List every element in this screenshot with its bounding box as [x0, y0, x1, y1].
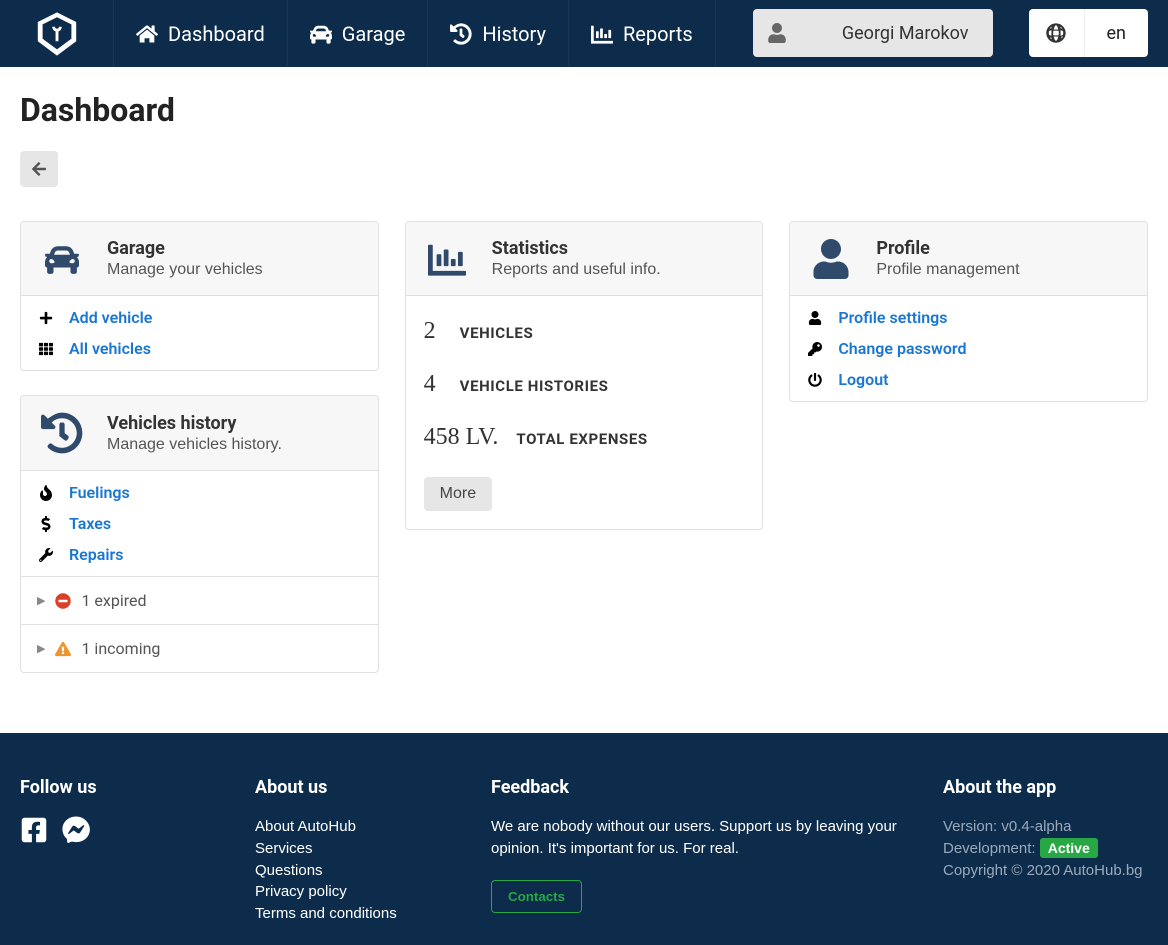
chart-icon — [424, 240, 470, 278]
follow-title: Follow us — [20, 777, 235, 798]
power-icon — [806, 373, 824, 387]
logout-label: Logout — [838, 370, 888, 389]
stats-title: Statistics — [492, 238, 661, 259]
user-icon — [808, 239, 854, 279]
globe-icon — [1029, 9, 1085, 57]
all-vehicles-link[interactable]: All vehicles — [21, 333, 378, 364]
nav-dashboard[interactable]: Dashboard — [114, 0, 288, 67]
logo[interactable] — [0, 0, 114, 67]
minus-circle-icon — [55, 593, 71, 609]
plus-icon — [37, 311, 55, 325]
history-icon — [450, 23, 472, 45]
nav-garage[interactable]: Garage — [288, 0, 429, 67]
messenger-link[interactable] — [62, 816, 90, 851]
profile-settings-label: Profile settings — [838, 308, 947, 327]
caret-icon: ▶ — [37, 594, 45, 607]
fuelings-label: Fuelings — [69, 483, 130, 502]
user-menu[interactable]: Georgi Marokov — [753, 9, 993, 57]
contacts-button[interactable]: Contacts — [491, 880, 582, 913]
language-selector[interactable]: en — [1029, 9, 1149, 57]
change-password-link[interactable]: Change password — [790, 333, 1147, 364]
nav-history-label: History — [482, 22, 546, 46]
garage-title: Garage — [107, 238, 263, 259]
logo-icon — [33, 10, 81, 58]
expired-text: 1 expired — [81, 591, 146, 610]
dev-row: Development: Active — [943, 838, 1148, 860]
garage-card: Garage Manage your vehicles Add vehicle … — [20, 221, 379, 371]
profile-card: Profile Profile management Profile setti… — [789, 221, 1148, 402]
about-link-2[interactable]: Questions — [255, 860, 471, 882]
more-button[interactable]: More — [424, 477, 492, 511]
user-icon — [806, 311, 824, 325]
stat-histories-value: 4 — [424, 371, 442, 398]
car-icon — [39, 242, 85, 276]
about-link-4[interactable]: Terms and conditions — [255, 903, 471, 925]
add-vehicle-link[interactable]: Add vehicle — [21, 302, 378, 333]
key-icon — [806, 342, 824, 356]
history-icon — [39, 412, 85, 454]
history-title: Vehicles history — [107, 413, 282, 434]
version-row: Version: v0.4-alpha — [943, 816, 1148, 838]
profile-settings-link[interactable]: Profile settings — [790, 302, 1147, 333]
user-name: Georgi Marokov — [842, 23, 969, 44]
page-title: Dashboard — [20, 91, 1148, 129]
feedback-title: Feedback — [491, 777, 923, 798]
taxes-link[interactable]: Taxes — [21, 508, 378, 539]
stats-card: Statistics Reports and useful info. 2 VE… — [405, 221, 764, 530]
garage-subtitle: Manage your vehicles — [107, 261, 263, 279]
arrow-left-icon — [31, 161, 47, 177]
about-link-1[interactable]: Services — [255, 838, 471, 860]
stat-histories-label: VEHICLE HISTORIES — [460, 377, 609, 395]
footer: Follow us About us About AutoHub Service… — [0, 733, 1168, 945]
app-title: About the app — [943, 777, 1148, 798]
incoming-alert[interactable]: ▶ 1 incoming — [21, 624, 378, 672]
taxes-label: Taxes — [69, 514, 111, 533]
facebook-link[interactable] — [20, 816, 48, 851]
status-badge: Active — [1040, 838, 1098, 858]
fuelings-link[interactable]: Fuelings — [21, 477, 378, 508]
warning-icon — [55, 641, 71, 657]
wrench-icon — [37, 548, 55, 562]
home-icon — [136, 23, 158, 45]
stat-expenses-value: 458 LV. — [424, 424, 499, 451]
navbar: Dashboard Garage History Reports Georgi … — [0, 0, 1168, 67]
feedback-text: We are nobody without our users. Support… — [491, 816, 923, 860]
back-button[interactable] — [20, 151, 58, 187]
all-vehicles-label: All vehicles — [69, 339, 151, 358]
expired-alert[interactable]: ▶ 1 expired — [21, 576, 378, 624]
grid-icon — [37, 342, 55, 356]
about-link-0[interactable]: About AutoHub — [255, 816, 471, 838]
history-card: Vehicles history Manage vehicles history… — [20, 395, 379, 673]
car-icon — [310, 23, 332, 45]
user-icon — [767, 23, 787, 43]
nav-garage-label: Garage — [342, 22, 406, 46]
about-title: About us — [255, 777, 471, 798]
repairs-link[interactable]: Repairs — [21, 539, 378, 570]
profile-subtitle: Profile management — [876, 261, 1019, 279]
change-password-label: Change password — [838, 339, 966, 358]
stat-expenses-label: TOTAL EXPENSES — [516, 430, 647, 448]
messenger-icon — [62, 816, 90, 844]
stats-subtitle: Reports and useful info. — [492, 261, 661, 279]
facebook-icon — [20, 816, 48, 844]
caret-icon: ▶ — [37, 642, 45, 655]
nav-reports[interactable]: Reports — [569, 0, 716, 67]
about-link-3[interactable]: Privacy policy — [255, 881, 471, 903]
profile-title: Profile — [876, 238, 1019, 259]
history-subtitle: Manage vehicles history. — [107, 436, 282, 454]
repairs-label: Repairs — [69, 545, 124, 564]
logout-link[interactable]: Logout — [790, 364, 1147, 395]
copyright: Copyright © 2020 AutoHub.bg — [943, 860, 1148, 882]
stat-vehicles-label: VEHICLES — [460, 324, 534, 342]
nav-reports-label: Reports — [623, 22, 693, 46]
stat-vehicles-value: 2 — [424, 318, 442, 345]
fire-icon — [37, 485, 55, 501]
nav-dashboard-label: Dashboard — [168, 22, 265, 46]
add-vehicle-label: Add vehicle — [69, 308, 152, 327]
incoming-text: 1 incoming — [81, 639, 160, 658]
chart-icon — [591, 23, 613, 45]
language-label: en — [1085, 23, 1149, 44]
dollar-icon — [37, 516, 55, 532]
nav-history[interactable]: History — [428, 0, 569, 67]
